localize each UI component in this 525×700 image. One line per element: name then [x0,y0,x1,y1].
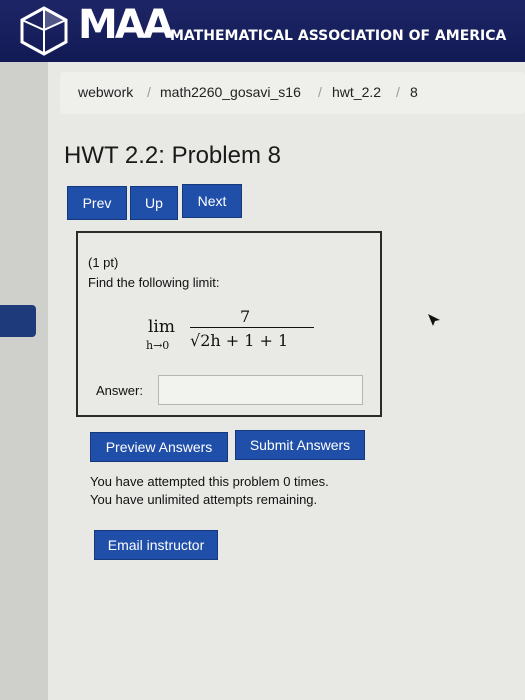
preview-answers-button[interactable]: Preview Answers [90,432,228,462]
fraction-numerator: 7 [240,307,251,326]
breadcrumb-separator: / [396,84,400,100]
attempts-count-text: You have attempted this problem 0 times. [90,474,329,489]
mouse-pointer-icon [428,314,440,326]
maa-logo-text[interactable]: MAA [78,2,174,48]
breadcrumb-link-set[interactable]: hwt_2.2 [332,84,381,100]
sidebar-toggle-tab[interactable] [0,305,36,337]
breadcrumb-link-webwork[interactable]: webwork [78,84,133,100]
organization-name: MATHEMATICAL ASSOCIATION OF AMERICA [170,28,507,44]
limit-subscript: h→0 [146,339,170,352]
breadcrumb-separator: / [318,84,322,100]
problem-points: (1 pt) [88,255,119,270]
site-header: MAA MATHEMATICAL ASSOCIATION OF AMERICA [0,0,525,62]
up-button[interactable]: Up [130,186,178,220]
fraction-bar [190,327,314,328]
submit-answers-button[interactable]: Submit Answers [235,430,365,460]
answer-label: Answer: [96,383,143,398]
breadcrumb-current-problem: 8 [410,84,418,100]
breadcrumb-separator: / [147,84,151,100]
attempts-remaining-text: You have unlimited attempts remaining. [90,492,318,507]
left-sidebar [0,62,48,700]
prev-button[interactable]: Prev [67,186,127,220]
answer-input[interactable] [158,375,363,405]
problem-instruction: Find the following limit: [88,275,220,290]
limit-operator: lim [148,317,175,337]
breadcrumb: webwork / math2260_gosavi_s16 / hwt_2.2 … [60,72,525,114]
next-button[interactable]: Next [182,184,242,218]
breadcrumb-link-course[interactable]: math2260_gosavi_s16 [160,84,301,100]
problem-panel: (1 pt) Find the following limit: lim h→0… [76,231,382,417]
fraction-denominator: √2h + 1 + 1 [190,331,289,350]
page-title: HWT 2.2: Problem 8 [64,142,281,169]
email-instructor-button[interactable]: Email instructor [94,530,218,560]
maa-logo-icon [20,6,68,56]
